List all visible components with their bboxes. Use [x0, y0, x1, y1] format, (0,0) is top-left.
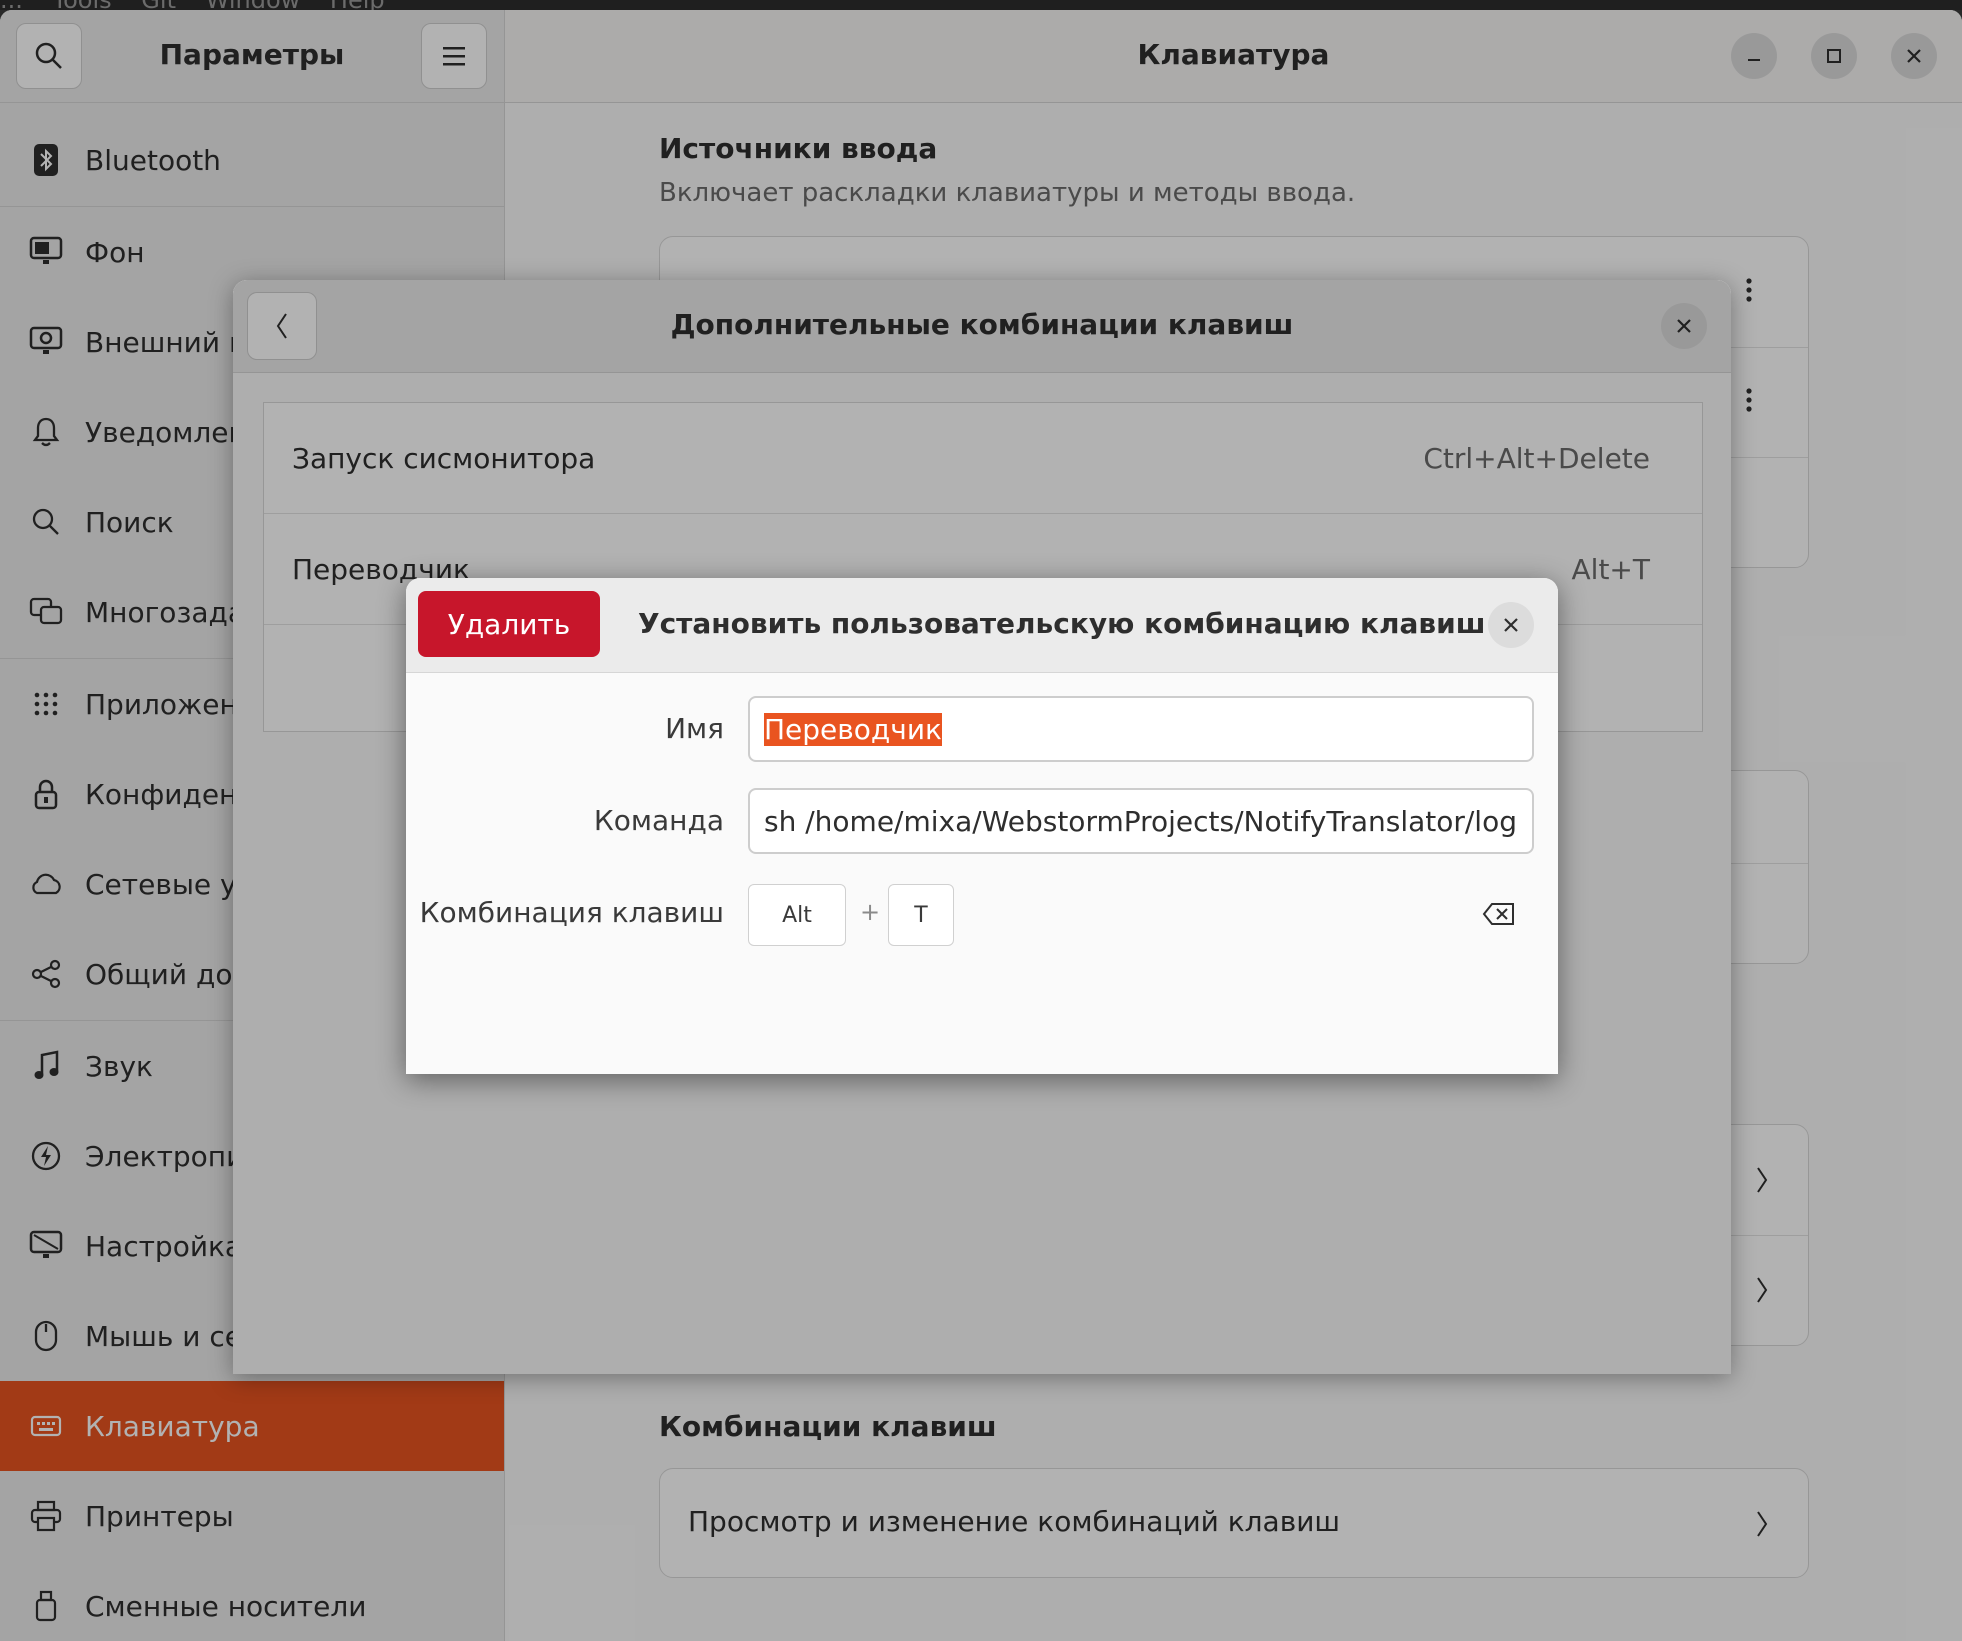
- clear-shortcut-button[interactable]: [1482, 902, 1516, 930]
- command-label: Команда: [593, 804, 724, 837]
- command-field[interactable]: sh /home/mixa/WebstormProjects/NotifyTra…: [748, 788, 1534, 854]
- backspace-icon: [1482, 903, 1514, 925]
- key-t: T: [888, 884, 954, 946]
- set-shortcut-dialog: Удалить Установить пользовательскую комб…: [406, 578, 1558, 1074]
- plus-sign: +: [860, 898, 881, 926]
- name-label: Имя: [665, 712, 724, 745]
- dialog-close-button[interactable]: [1488, 602, 1534, 648]
- shortcut-label: Комбинация клавиш: [419, 896, 724, 929]
- dialog-title: Установить пользовательскую комбинацию к…: [638, 607, 1486, 640]
- close-icon: [1504, 618, 1518, 632]
- command-field-value: sh /home/mixa/WebstormProjects/NotifyTra…: [764, 804, 1517, 838]
- key-alt: Alt: [748, 884, 846, 946]
- dialog-header: Удалить Установить пользовательскую комб…: [406, 578, 1558, 673]
- delete-button[interactable]: Удалить: [418, 591, 600, 657]
- name-field-value: Переводчик: [764, 712, 942, 746]
- name-field[interactable]: Переводчик: [748, 696, 1534, 762]
